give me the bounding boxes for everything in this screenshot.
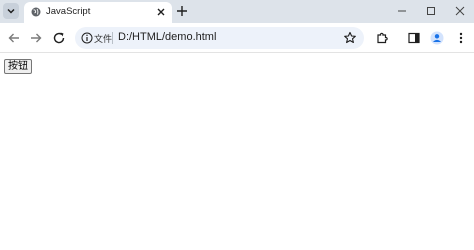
- info-icon[interactable]: [81, 32, 93, 44]
- tab-search-button[interactable]: [3, 3, 19, 19]
- browser-toolbar: 文件 D:/HTML/demo.html: [0, 23, 474, 53]
- globe-icon: [31, 7, 41, 17]
- page-button[interactable]: 按钮: [4, 59, 32, 74]
- close-icon[interactable]: [156, 7, 166, 17]
- window-close-icon[interactable]: [453, 4, 467, 18]
- omnibox-divider: [112, 32, 113, 44]
- tab-javascript[interactable]: JavaScript: [24, 2, 172, 23]
- star-icon[interactable]: [343, 31, 357, 45]
- reload-icon[interactable]: [52, 31, 66, 45]
- address-bar[interactable]: 文件 D:/HTML/demo.html: [75, 27, 364, 49]
- page-content: 按钮: [0, 54, 474, 250]
- puzzle-icon[interactable]: [375, 31, 389, 45]
- more-vert-icon[interactable]: [454, 31, 468, 45]
- chevron-down-icon: [7, 8, 15, 14]
- maximize-icon[interactable]: [424, 4, 438, 18]
- profile-icon[interactable]: [430, 31, 444, 45]
- arrow-left-icon[interactable]: [7, 31, 21, 45]
- url-text[interactable]: D:/HTML/demo.html: [118, 31, 216, 43]
- minimize-icon[interactable]: [395, 4, 409, 18]
- site-info-label[interactable]: 文件: [94, 32, 112, 45]
- side-panel-icon[interactable]: [407, 31, 421, 45]
- tab-title: JavaScript: [46, 6, 91, 17]
- arrow-right-icon[interactable]: [29, 31, 43, 45]
- plus-icon[interactable]: [176, 5, 188, 17]
- tab-strip: JavaScript: [0, 0, 474, 23]
